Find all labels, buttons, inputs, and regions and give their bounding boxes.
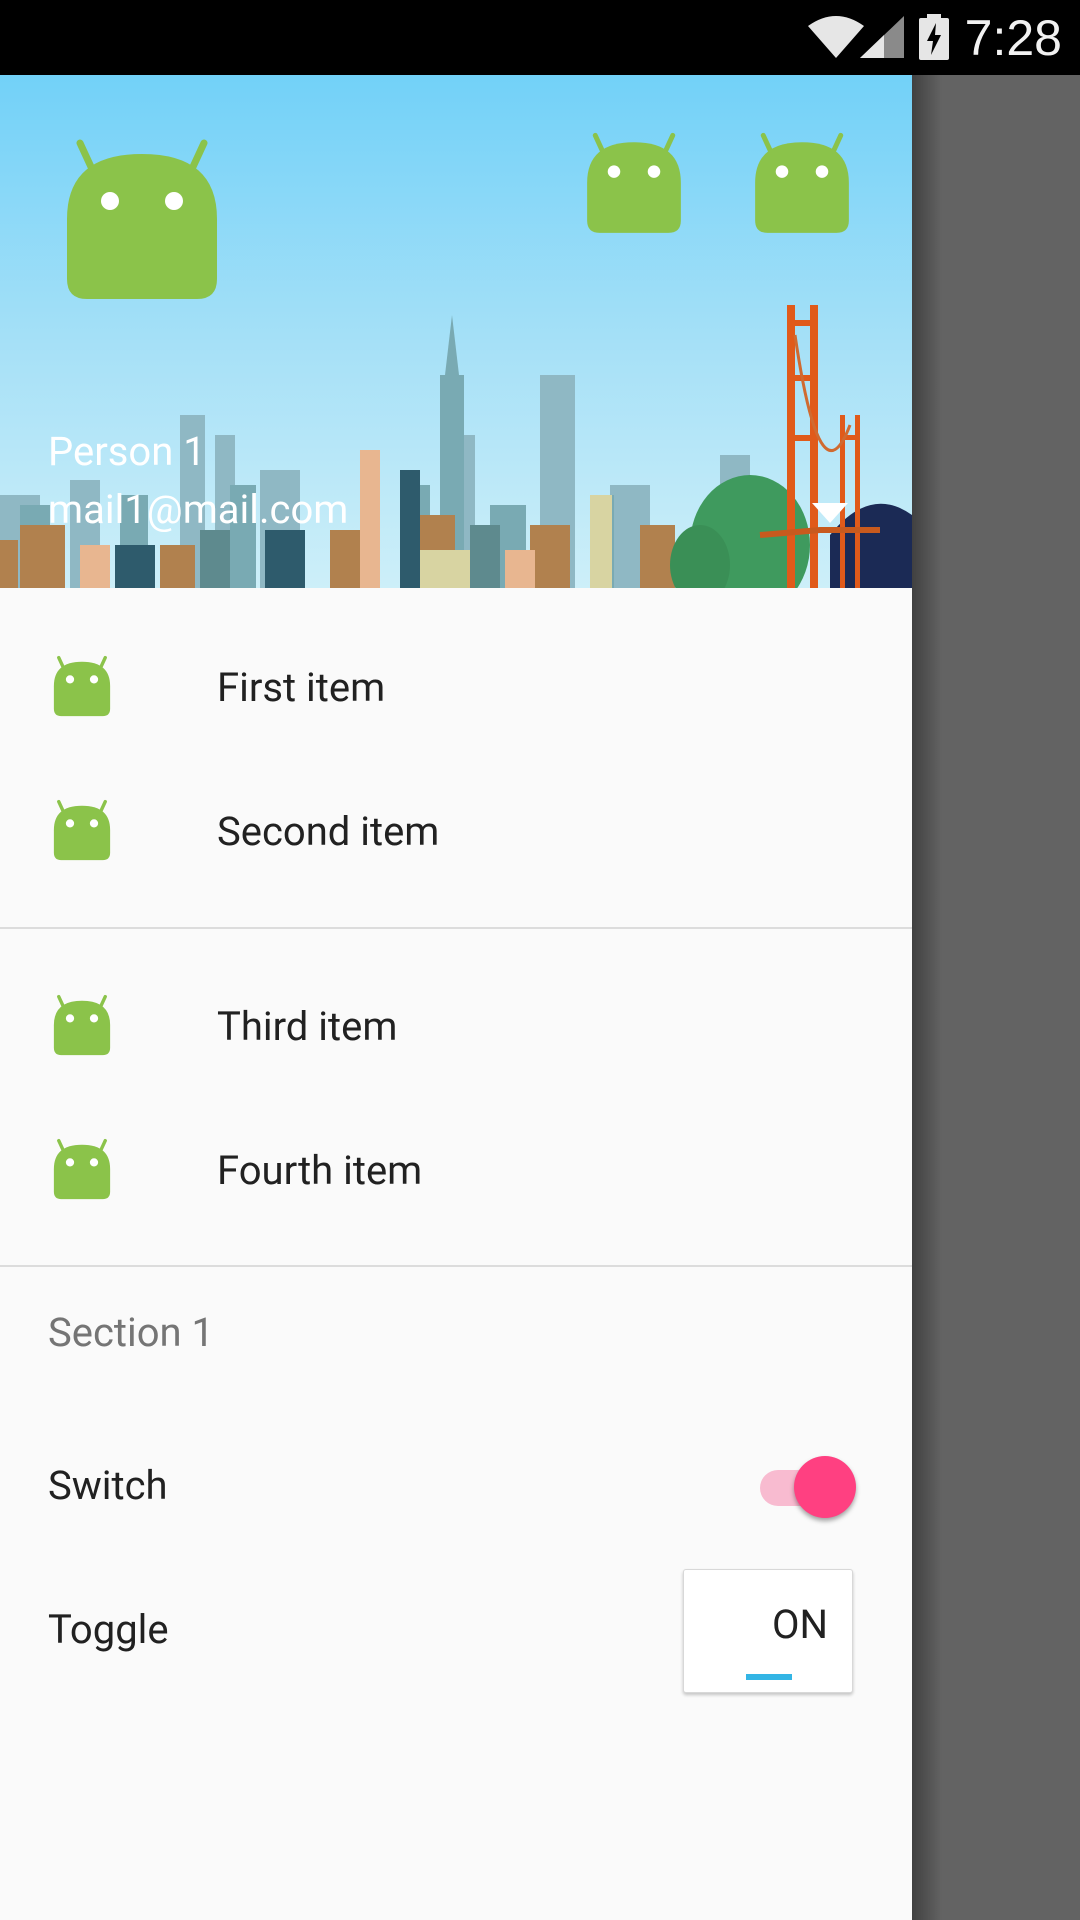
menu-item-fourth[interactable]: Fourth item — [0, 1099, 912, 1243]
menu-divider — [0, 1265, 912, 1267]
wifi-icon — [808, 16, 864, 58]
switch-toggle[interactable] — [756, 1454, 856, 1518]
navigation-drawer: Person 1 mail1@mail.com First item Secon… — [0, 75, 912, 1920]
battery-charging-icon — [919, 14, 949, 60]
android-icon — [53, 994, 111, 1056]
android-icon — [53, 1138, 111, 1200]
toggle-state-text: ON — [771, 1601, 828, 1648]
drawer-shadow — [912, 75, 942, 1920]
toggle-button[interactable]: ON — [683, 1569, 853, 1693]
switch-thumb — [794, 1456, 856, 1518]
arrow-drop-down-icon[interactable] — [812, 503, 848, 523]
toggle-label: Toggle — [48, 1606, 169, 1653]
account-header[interactable]: Person 1 mail1@mail.com — [0, 75, 912, 588]
section-title: Section 1 — [48, 1309, 215, 1356]
android-avatar-icon[interactable] — [584, 131, 684, 241]
menu-item-third[interactable]: Third item — [0, 955, 912, 1099]
account-email: mail1@mail.com — [48, 486, 349, 533]
status-bar: 7:28 — [0, 0, 1080, 75]
android-avatar-icon[interactable] — [62, 139, 222, 309]
menu-divider — [0, 927, 912, 929]
cell-signal-icon — [860, 16, 904, 58]
menu-item-first[interactable]: First item — [0, 616, 912, 760]
menu-item-label: Second item — [217, 808, 440, 855]
android-icon — [53, 655, 111, 717]
android-avatar-icon[interactable] — [752, 131, 852, 241]
toggle-indicator — [746, 1674, 792, 1680]
status-time: 7:28 — [964, 10, 1062, 66]
account-name: Person 1 — [48, 428, 206, 475]
menu-item-label: First item — [217, 664, 386, 711]
android-icon — [53, 799, 111, 861]
menu-item-second[interactable]: Second item — [0, 760, 912, 904]
menu-item-label: Third item — [217, 1003, 398, 1050]
menu-item-label: Fourth item — [217, 1147, 423, 1194]
switch-label: Switch — [48, 1462, 168, 1509]
